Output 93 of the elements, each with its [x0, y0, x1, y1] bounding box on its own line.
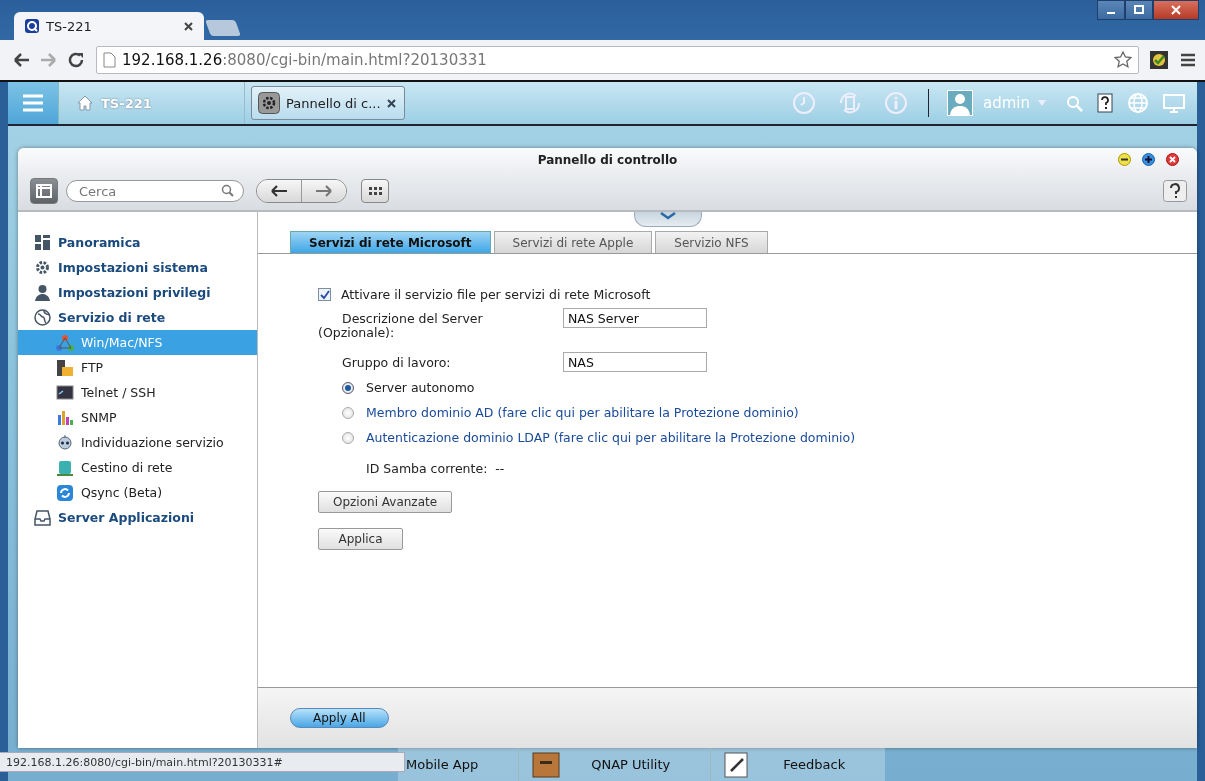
new-tab-button[interactable] [205, 20, 241, 36]
radio-link[interactable]: Autenticazione dominio LDAP (fare clic qui per abilitare la Protezione dominio) [366, 430, 856, 445]
tab[interactable]: Servizi di rete Apple [493, 231, 653, 253]
field-label: ID Samba corrente: [366, 461, 488, 476]
checkmark-icon [319, 289, 330, 300]
field-label: Descrizione del Server (Opzionale): [318, 310, 484, 340]
globe-icon [34, 309, 51, 326]
close-button[interactable] [1153, 0, 1199, 20]
radio-button[interactable] [342, 381, 354, 394]
sidebar-item[interactable]: FTP [18, 355, 257, 380]
bar-chart-icon [56, 408, 74, 427]
back-arrow-icon [270, 185, 288, 197]
help-icon[interactable] [1097, 93, 1113, 113]
sidebar-item[interactable]: Impostazioni privilegi [18, 280, 257, 305]
window-title: Pannello di controllo [537, 153, 678, 167]
address-text: 192.168.1.26:8080/cgi-bin/main.html?20130331 [122, 51, 488, 69]
close-icon[interactable] [1166, 153, 1179, 166]
close-icon[interactable] [386, 98, 396, 108]
tab[interactable]: Servizio NFS [655, 231, 768, 253]
back-button[interactable] [257, 180, 301, 202]
maximize-button[interactable] [1125, 0, 1153, 20]
chevron-down-icon [659, 212, 676, 220]
address-bar[interactable]: 192.168.1.26:8080/cgi-bin/main.html?20130331 [96, 46, 1139, 74]
person-icon [34, 284, 51, 301]
sidebar-item[interactable]: SNMP [18, 405, 257, 430]
sidebar-item[interactable]: Telnet / SSH [18, 380, 257, 405]
sidebar-item[interactable]: Individuazione servizio [18, 430, 257, 455]
radio-button[interactable] [342, 431, 354, 444]
search-field[interactable]: Cerca [66, 180, 244, 202]
sidebar-item[interactable]: Server Applicazioni [18, 505, 257, 530]
home-icon[interactable] [77, 95, 93, 111]
advanced-options-button[interactable]: Opzioni Avanzate [318, 491, 453, 513]
device-name: TS-221 [101, 95, 152, 111]
maximize-icon [1133, 5, 1145, 15]
menu-icon[interactable] [1179, 51, 1197, 69]
sidebar-toggle-button[interactable] [30, 178, 58, 204]
dock-item[interactable]: QNAP Utility [518, 748, 711, 781]
apps-button[interactable] [361, 179, 389, 203]
extension-icon[interactable] [1149, 50, 1169, 70]
gear-icon [258, 92, 280, 114]
minimize-icon[interactable] [1118, 153, 1131, 166]
radio-button[interactable] [342, 406, 354, 419]
robot-icon [56, 433, 74, 452]
sidebar-item[interactable]: Cestino di rete [18, 455, 257, 480]
folder-icon [56, 358, 74, 377]
checkbox-label: Attivare il servizio file per servizi di rete Microsoft [341, 287, 651, 302]
minimize-button[interactable] [1097, 0, 1125, 20]
caret-icon [1038, 100, 1046, 106]
network-icon [56, 333, 74, 352]
app-tab[interactable]: Pannello di c... [251, 86, 405, 120]
gear-icon [34, 259, 51, 276]
sidebar-item[interactable]: Qsync (Beta) [18, 480, 257, 505]
sync-icon [56, 483, 74, 502]
input-field[interactable]: NAS Server [563, 308, 707, 328]
close-icon[interactable] [183, 20, 194, 32]
dock-item[interactable]: Feedback [710, 748, 886, 781]
tab[interactable]: Servizi di rete Microsoft [290, 231, 491, 253]
sidebar-item[interactable]: Impostazioni sistema [18, 255, 257, 280]
tray-icon [34, 509, 51, 526]
radio-label: Server autonomo [366, 380, 475, 395]
minimize-icon [1107, 12, 1115, 14]
field-value: -- [495, 461, 505, 476]
back-arrow-icon[interactable] [12, 51, 30, 69]
reload-icon[interactable] [68, 51, 86, 69]
input-field[interactable]: NAS [563, 352, 707, 372]
browser-tab[interactable]: TS-221 [14, 12, 204, 40]
maximize-icon[interactable] [1142, 153, 1155, 166]
star-icon[interactable] [1114, 51, 1132, 69]
dock-item[interactable]: Mobile App [398, 748, 519, 781]
field-label: Gruppo di lavoro: [341, 354, 452, 370]
search-icon [221, 184, 234, 197]
collapse-handle[interactable] [633, 212, 702, 227]
forward-button[interactable] [301, 180, 346, 202]
status-url-tooltip: 192.168.1.26:8080/cgi-bin/main.html?20130331# [0, 752, 405, 772]
radio-link[interactable]: Membro dominio AD (fare clic qui per abilitare la Protezione dominio) [366, 405, 799, 420]
help-icon[interactable] [1163, 180, 1187, 202]
box-icon [531, 750, 562, 779]
avatar-icon [947, 90, 973, 116]
forward-arrow-icon [315, 185, 333, 197]
menu-button[interactable] [8, 82, 59, 124]
close-icon [1170, 5, 1182, 15]
menu-icon [21, 93, 45, 113]
apply-all-button[interactable]: Apply All [290, 708, 389, 728]
grid-icon [368, 187, 382, 195]
sidebar-item[interactable]: Panoramica [18, 230, 257, 255]
grid-icon [34, 234, 51, 251]
page-icon [103, 52, 116, 68]
sidebar-item[interactable]: Servizio di rete [18, 305, 257, 330]
terminal-icon [56, 383, 74, 402]
checkbox[interactable] [318, 288, 331, 301]
apply-button[interactable]: Applica [318, 528, 403, 550]
layout-icon [36, 184, 52, 198]
app-logo-icon [24, 18, 40, 34]
